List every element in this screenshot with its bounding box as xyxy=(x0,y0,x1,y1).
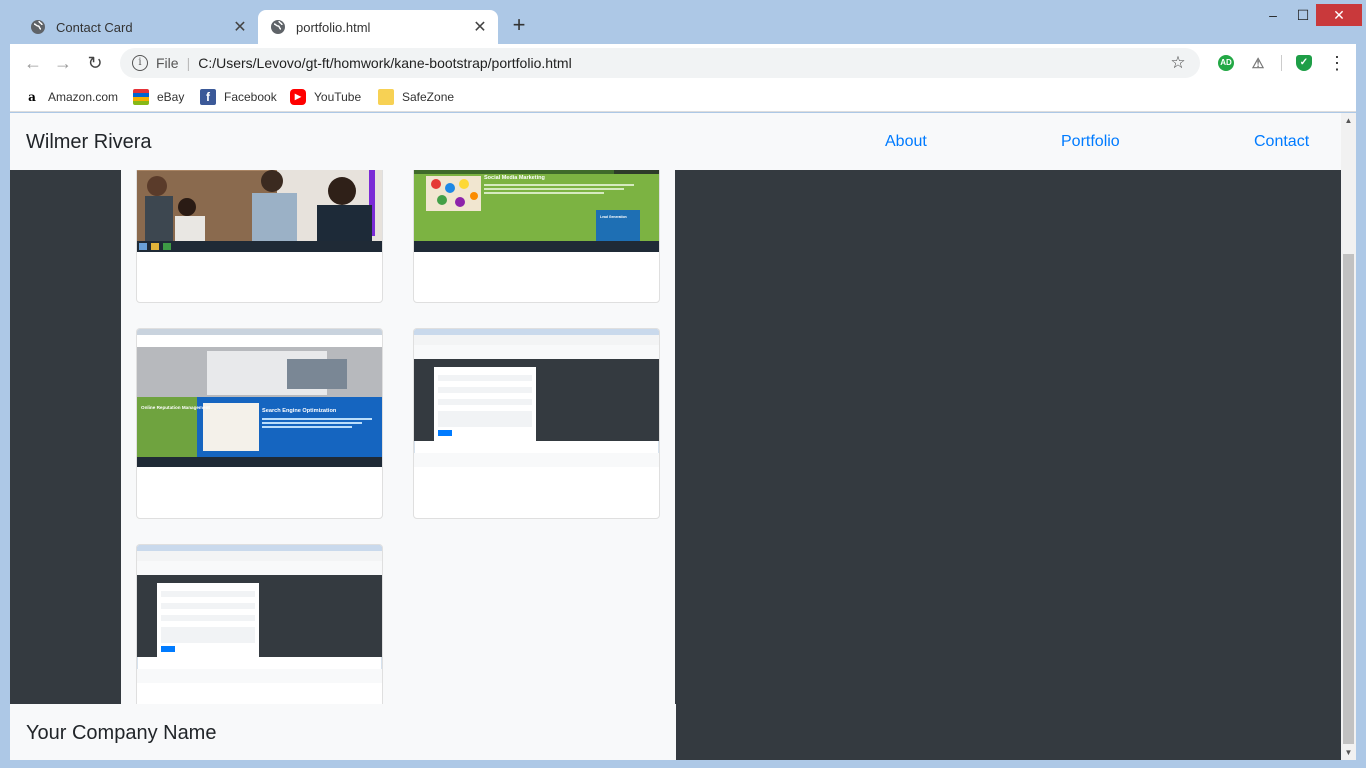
close-window-button[interactable]: ✕ xyxy=(1316,4,1362,26)
portfolio-card[interactable]: Online Reputation Management Search Engi… xyxy=(136,328,383,519)
address-bar[interactable]: i File | C:/Users/Levovo/gt-ft/homwork/k… xyxy=(120,48,1200,78)
window-bottom-edge xyxy=(0,760,1366,768)
globe-icon xyxy=(31,20,45,34)
portfolio-screenshot xyxy=(137,170,382,252)
navbar-brand[interactable]: Wilmer Rivera xyxy=(26,131,152,154)
toolbar-divider xyxy=(1281,55,1282,71)
address-url[interactable]: C:/Users/Levovo/gt-ft/homwork/kane-boots… xyxy=(198,55,1168,71)
screenshot-heading: Social Media Marketing xyxy=(484,175,545,181)
bookmark-label: Facebook xyxy=(224,90,277,104)
nav-link-portfolio[interactable]: Portfolio xyxy=(1061,133,1120,151)
page-scrollbar[interactable]: ▲ ▼ xyxy=(1341,113,1356,760)
portfolio-screenshot xyxy=(414,329,659,467)
plus-icon: + xyxy=(512,12,526,37)
menu-kebab-icon[interactable]: ⋮ xyxy=(1328,53,1346,73)
nav-link-about[interactable]: About xyxy=(885,133,927,151)
screenshot-badge: Lead Generation xyxy=(600,215,627,219)
youtube-icon: ▶ xyxy=(290,89,306,105)
screenshot-side-heading: Online Reputation Management xyxy=(141,405,210,410)
back-button[interactable]: ← xyxy=(22,52,44,74)
info-icon[interactable]: i xyxy=(132,55,148,71)
tab-title: Contact Card xyxy=(56,19,133,35)
folder-icon xyxy=(378,89,394,105)
portfolio-card[interactable] xyxy=(136,170,383,303)
browser-window: Contact Card ✕ portfolio.html ✕ + – ☐ ✕ … xyxy=(0,0,1366,768)
bookmark-star-icon[interactable]: ☆ xyxy=(1168,53,1188,73)
adblock-extension-icon[interactable]: AD xyxy=(1218,55,1234,71)
extension-icon[interactable]: ⚠ xyxy=(1250,55,1266,71)
minimize-button[interactable]: – xyxy=(1262,4,1284,26)
bookmark-label: YouTube xyxy=(314,90,362,104)
nav-link-contact[interactable]: Contact xyxy=(1254,133,1309,151)
close-tab-icon[interactable]: ✕ xyxy=(472,17,488,37)
shield-extension-icon[interactable]: ✓ xyxy=(1296,55,1312,71)
portfolio-container: Social Media Marketing Lead Generation O… xyxy=(121,170,675,704)
portfolio-screenshot: Social Media Marketing Lead Generation xyxy=(414,170,659,252)
bookmark-youtube[interactable]: ▶ YouTube xyxy=(290,87,361,107)
globe-icon xyxy=(271,20,285,34)
maximize-button[interactable]: ☐ xyxy=(1292,4,1314,26)
reload-button[interactable]: ↻ xyxy=(84,52,106,74)
screenshot-heading: Search Engine Optimization xyxy=(262,408,337,414)
tab-contact-card[interactable]: Contact Card ✕ xyxy=(18,10,258,44)
portfolio-card[interactable] xyxy=(413,328,660,519)
tab-portfolio[interactable]: portfolio.html ✕ xyxy=(258,10,498,44)
bookmark-label: SafeZone xyxy=(402,90,455,104)
portfolio-card[interactable]: Social Media Marketing Lead Generation xyxy=(413,170,660,303)
bookmark-ebay[interactable]: eBay xyxy=(133,87,184,107)
bookmark-facebook[interactable]: f Facebook xyxy=(200,87,277,107)
portfolio-screenshot: Online Reputation Management Search Engi… xyxy=(137,329,382,467)
bookmark-safezone[interactable]: SafeZone xyxy=(378,87,454,107)
address-separator: | xyxy=(186,55,191,71)
new-tab-button[interactable]: + xyxy=(508,14,530,36)
scroll-up-arrow-icon[interactable]: ▲ xyxy=(1341,113,1356,128)
portfolio-card[interactable] xyxy=(136,544,383,704)
bookmarks-bar: a Amazon.com eBay f Facebook ▶ YouTube Safe… xyxy=(10,82,1356,112)
page-viewport: Wilmer Rivera About Portfolio Contact So… xyxy=(10,113,1341,760)
forward-button[interactable]: → xyxy=(52,52,74,74)
browser-toolbar: ← → ↻ i File | C:/Users/Levovo/gt-ft/hom… xyxy=(10,44,1356,82)
ebay-icon xyxy=(133,89,149,105)
footer-company-name: Your Company Name xyxy=(26,722,217,744)
site-footer: Your Company Name xyxy=(10,704,676,760)
amazon-icon: a xyxy=(28,90,36,104)
address-scheme: File xyxy=(156,55,179,71)
portfolio-screenshot xyxy=(137,545,382,683)
site-navbar: Wilmer Rivera About Portfolio Contact xyxy=(10,113,1341,170)
bookmark-label: eBay xyxy=(157,90,185,104)
bookmark-label: Amazon.com xyxy=(48,90,119,104)
facebook-icon: f xyxy=(200,89,216,105)
close-tab-icon[interactable]: ✕ xyxy=(232,17,248,37)
scroll-down-arrow-icon[interactable]: ▼ xyxy=(1341,745,1356,760)
scrollbar-thumb[interactable] xyxy=(1343,254,1354,744)
bookmark-amazon[interactable]: a Amazon.com xyxy=(24,87,118,107)
tab-title: portfolio.html xyxy=(296,19,371,35)
tab-strip: Contact Card ✕ portfolio.html ✕ + – ☐ ✕ xyxy=(0,0,1366,44)
